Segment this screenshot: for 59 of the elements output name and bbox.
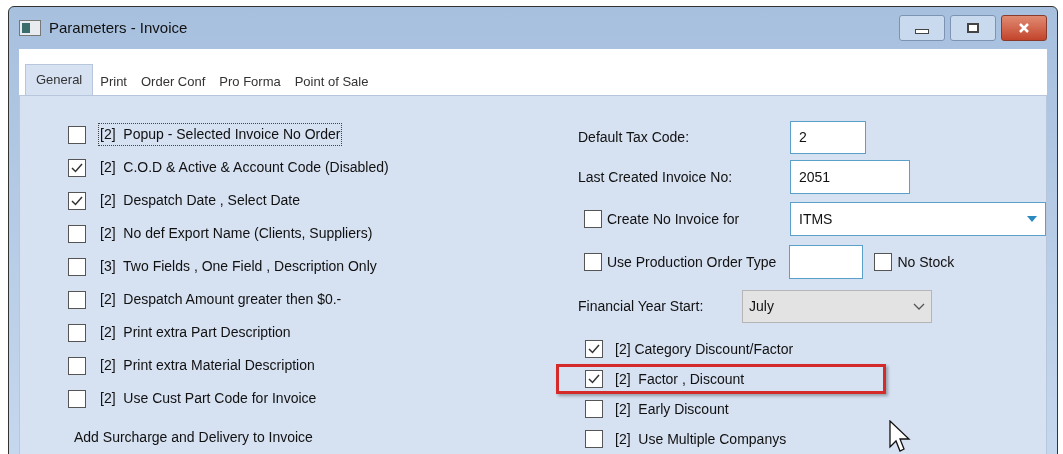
option-label: [2] No def Export Name (Clients, Suppliers) [99,224,374,243]
checkbox[interactable] [68,389,86,408]
checkbox[interactable] [68,191,86,210]
checkbox[interactable] [68,224,86,243]
tab[interactable]: Order Conf [134,66,213,95]
input-field[interactable] [789,245,864,279]
check-icon [71,195,83,206]
close-button[interactable] [1001,15,1047,41]
checkbox[interactable] [584,253,602,271]
option-label: [2] Early Discount [615,399,729,419]
close-icon [1018,22,1030,34]
minimize-button[interactable] [899,15,945,41]
window-title: Parameters - Invoice [49,17,188,38]
checkbox[interactable] [68,356,86,375]
option-label: Create No Invoice for [607,209,740,229]
field-label: Last Created Invoice No: [578,167,734,187]
option-label: Use Production Order Type [607,252,777,272]
checkbox[interactable] [585,340,603,358]
option-label: [2] Use Multiple Companys [615,429,787,449]
tab[interactable]: Pro Forma [212,66,288,95]
option-label: No Stock [897,252,955,272]
option-label: [2] Factor , Discount [615,369,745,389]
input-field[interactable]: 2051 [790,160,910,194]
check-icon [588,344,600,354]
option-label: [2] Category Discount/Factor [615,339,794,359]
field-label: Default Tax Code: [578,127,691,147]
tab[interactable]: Point of Sale [287,66,376,95]
tab[interactable]: Print [93,66,134,95]
dropdown[interactable]: July [742,289,932,323]
checkbox[interactable] [68,257,86,276]
checkbox[interactable] [585,430,603,448]
checkbox[interactable] [68,323,86,342]
option-label: [2] Despatch Date , Select Date [99,191,301,210]
option-label: [2] Print extra Material Description [99,356,316,375]
window-icon [19,20,41,36]
option-label: [3] Two Fields , One Field , Description Only [99,257,378,276]
option-label: [2] Popup - Selected Invoice No Order [98,123,343,146]
section-label: Add Surcharge and Delivery to Invoice [74,428,314,447]
caret-icon [1027,216,1037,222]
dropdown[interactable]: ITMS [790,202,1046,236]
tab[interactable]: General [25,63,94,95]
check-icon [588,374,600,384]
mouse-cursor-icon [889,420,913,454]
chevron-down-icon [913,302,925,310]
checkbox[interactable] [874,253,893,271]
check-icon [71,162,83,173]
checkbox[interactable] [68,158,86,177]
checkbox[interactable] [68,290,86,309]
checkbox[interactable] [584,210,602,228]
maximize-button[interactable] [950,15,996,41]
option-label: [2] Print extra Part Description [99,323,292,342]
input-field[interactable]: 2 [790,120,866,154]
checkbox[interactable] [68,125,86,144]
option-label: [2] C.O.D & Active & Account Code (Disabled) [99,158,390,177]
option-label: [2] Use Cust Part Code for Invoice [99,389,318,408]
checkbox[interactable] [585,400,603,418]
field-label: Financial Year Start: [578,296,705,316]
option-label: [2] Despatch Amount greater then $0.- [99,290,343,309]
checkbox[interactable] [585,370,603,388]
